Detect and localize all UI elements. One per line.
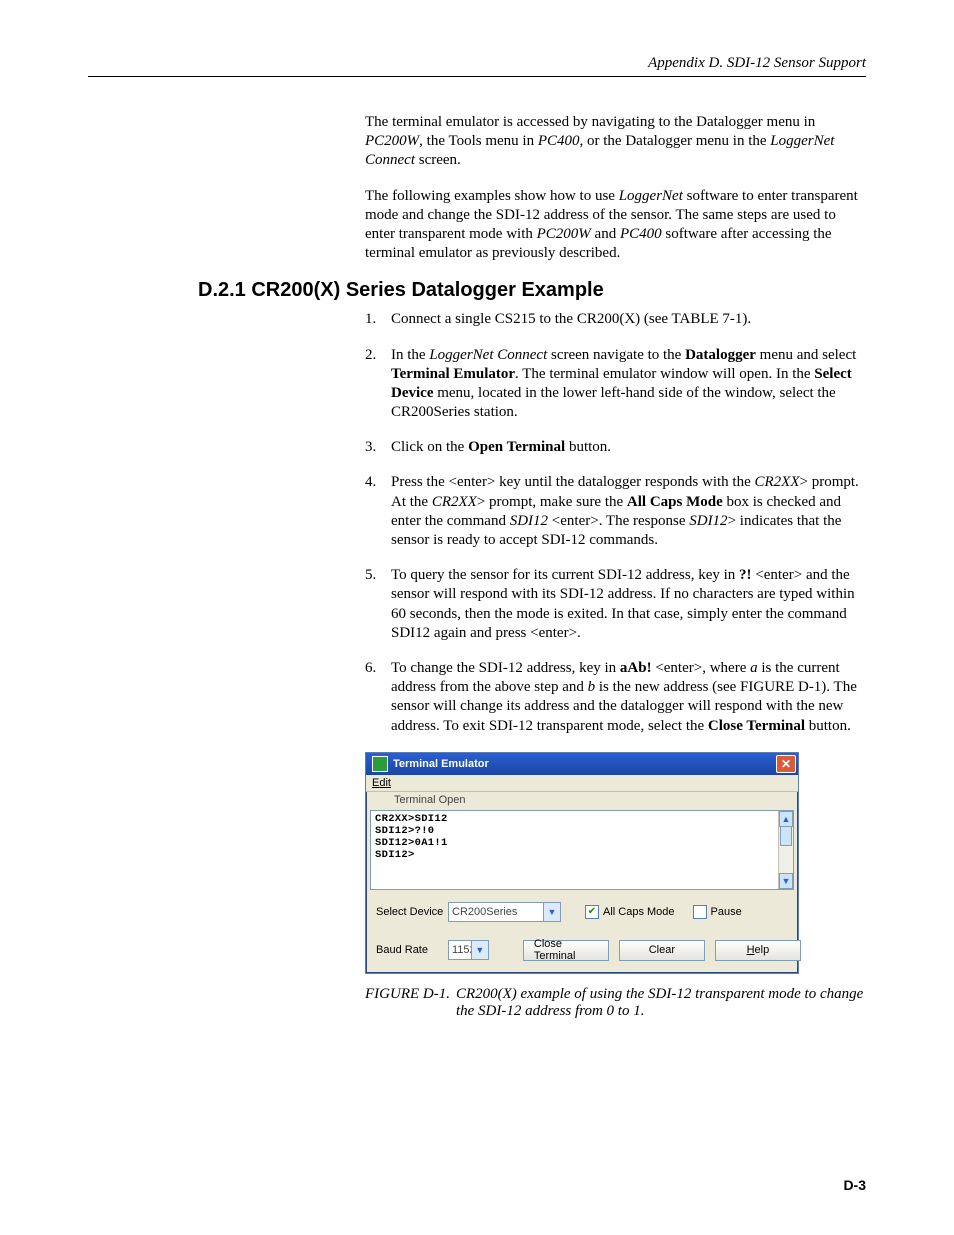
- chevron-down-icon[interactable]: ▼: [471, 941, 488, 959]
- section-heading: D.2.1 CR200(X) Series Datalogger Example: [198, 279, 866, 302]
- list-item: 5. To query the sensor for its current S…: [365, 566, 866, 643]
- close-icon[interactable]: ✕: [776, 755, 796, 773]
- list-item: 4. Press the <enter> key until the datal…: [365, 473, 866, 550]
- status-line: Terminal Open: [366, 792, 798, 808]
- scroll-down-icon[interactable]: ▼: [779, 873, 793, 889]
- scroll-up-icon[interactable]: ▲: [779, 811, 793, 827]
- allcaps-label: All Caps Mode: [603, 906, 675, 918]
- select-device-label: Select Device: [376, 906, 448, 918]
- numbered-list: 1.Connect a single CS215 to the CR200(X)…: [365, 310, 866, 735]
- pause-label: Pause: [711, 906, 742, 918]
- baud-rate-label: Baud Rate: [376, 944, 448, 956]
- help-button[interactable]: Help: [715, 940, 801, 961]
- select-device-combo[interactable]: CR200Series ▼: [448, 902, 561, 922]
- allcaps-checkbox[interactable]: ✔ All Caps Mode: [585, 905, 675, 919]
- close-terminal-button[interactable]: Close Terminal: [523, 940, 609, 961]
- terminal-text: CR2XX>SDI12 SDI12>?!0 SDI12>0A1!1 SDI12>: [371, 811, 793, 863]
- list-item: 2. In the LoggerNet Connect screen navig…: [365, 346, 866, 423]
- intro-paragraph-1: The terminal emulator is accessed by nav…: [365, 113, 866, 171]
- checkbox-icon: ✔: [585, 905, 599, 919]
- scrollbar[interactable]: ▲ ▼: [778, 811, 793, 889]
- app-icon: [372, 756, 388, 772]
- header-rule: [88, 76, 866, 77]
- list-item: 6. To change the SDI-12 address, key in …: [365, 659, 866, 736]
- checkbox-icon: [693, 905, 707, 919]
- menu-bar: Edit: [366, 775, 798, 792]
- controls-panel: Select Device CR200Series ▼ ✔ All Caps M…: [366, 892, 798, 973]
- scroll-thumb[interactable]: [780, 826, 792, 846]
- pause-checkbox[interactable]: Pause: [693, 905, 742, 919]
- figure-caption: FIGURE D-1. CR200(X) example of using th…: [365, 986, 866, 1020]
- window-titlebar[interactable]: Terminal Emulator ✕: [366, 753, 798, 775]
- list-item: 1.Connect a single CS215 to the CR200(X)…: [365, 310, 866, 329]
- clear-button[interactable]: Clear: [619, 940, 705, 961]
- list-item: 3. Click on the Open Terminal button.: [365, 438, 866, 457]
- select-device-value: CR200Series: [452, 906, 517, 918]
- terminal-output[interactable]: CR2XX>SDI12 SDI12>?!0 SDI12>0A1!1 SDI12>…: [370, 810, 794, 890]
- terminal-emulator-window: Terminal Emulator ✕ Edit Terminal Open C…: [365, 752, 799, 974]
- chevron-down-icon[interactable]: ▼: [543, 903, 560, 921]
- page-number: D-3: [843, 1177, 866, 1193]
- window-title: Terminal Emulator: [393, 758, 776, 770]
- intro-paragraph-2: The following examples show how to use L…: [365, 187, 866, 264]
- menu-edit-rest[interactable]: dit: [379, 777, 391, 789]
- baud-rate-combo[interactable]: 115200 ▼: [448, 940, 489, 960]
- running-header: Appendix D. SDI-12 Sensor Support: [88, 55, 866, 72]
